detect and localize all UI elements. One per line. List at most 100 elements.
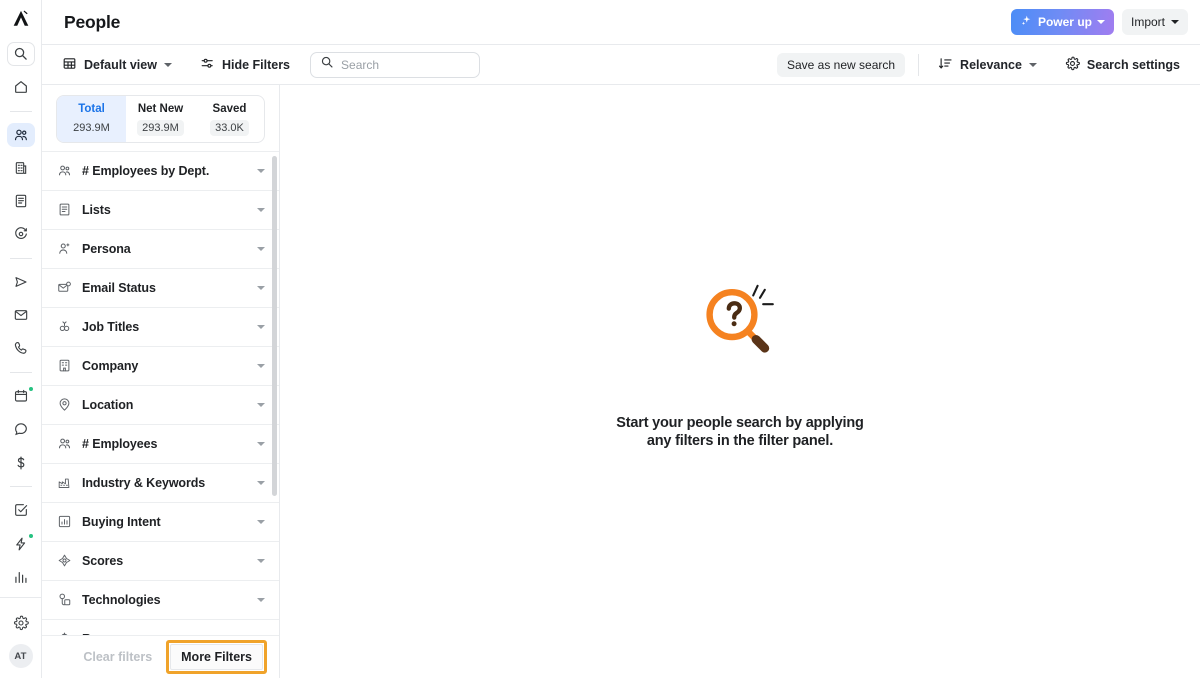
list-icon: [56, 202, 72, 218]
people-group-icon: [56, 436, 72, 452]
rail-emails-icon[interactable]: [7, 304, 35, 327]
rail-settings-icon[interactable]: [7, 611, 35, 634]
chevron-down-icon[interactable]: [257, 519, 265, 524]
filter-label: Buying Intent: [82, 514, 161, 529]
sort-descending-icon: [938, 56, 953, 74]
rail-analytics-icon[interactable]: [7, 565, 35, 588]
filter-label: # Employees by Dept.: [82, 163, 210, 178]
filter-item-lists[interactable]: Lists: [42, 191, 279, 230]
filter-item-revenue[interactable]: Revenue: [42, 620, 279, 635]
stat-tab-net-new[interactable]: Net New 293.9M: [126, 96, 195, 142]
chevron-down-icon: [163, 62, 172, 67]
clear-filters-button[interactable]: Clear filters: [75, 645, 160, 669]
rail-sequences-icon[interactable]: [7, 271, 35, 294]
filter-item-location[interactable]: Location: [42, 386, 279, 425]
rail-lists-icon[interactable]: [7, 190, 35, 213]
rail-divider: [9, 371, 32, 373]
chevron-down-icon[interactable]: [257, 480, 265, 485]
stat-value: 293.9M: [73, 122, 110, 134]
chevron-down-icon[interactable]: [257, 324, 265, 329]
toolbar-divider: [918, 53, 920, 76]
empty-state: Start your people search by applying any…: [605, 273, 875, 450]
stat-label: Saved: [212, 103, 247, 115]
chevron-down-icon[interactable]: [257, 207, 265, 212]
revenue-icon: [56, 631, 72, 635]
import-button[interactable]: Import: [1121, 9, 1188, 35]
bar-chart-icon: [56, 514, 72, 530]
table-grid-icon: [62, 56, 77, 74]
gear-icon: [1065, 56, 1080, 74]
chevron-down-icon[interactable]: [257, 285, 265, 290]
stat-tab-total[interactable]: Total 293.9M: [57, 96, 126, 142]
user-avatar[interactable]: AT: [7, 644, 35, 669]
filter-item-scores[interactable]: Scores: [42, 542, 279, 581]
chevron-down-icon: [1028, 62, 1037, 67]
job-title-icon: [56, 319, 72, 335]
more-filters-button[interactable]: More Filters: [170, 644, 263, 670]
location-pin-icon: [56, 397, 72, 413]
chevron-down-icon[interactable]: [257, 363, 265, 368]
notification-dot: [27, 532, 34, 539]
technologies-icon: [56, 592, 72, 608]
filter-label: # Employees: [82, 436, 158, 451]
relevance-label: Relevance: [960, 57, 1022, 72]
chevron-down-icon[interactable]: [257, 246, 265, 251]
filter-item-technologies[interactable]: Technologies: [42, 581, 279, 620]
filter-list: # Employees by Dept. Lists Persona Email…: [42, 150, 279, 635]
filter-label: Company: [82, 358, 139, 373]
relevance-sort-button[interactable]: Relevance: [932, 52, 1043, 78]
filter-label: Job Titles: [82, 319, 140, 334]
import-label: Import: [1130, 15, 1165, 29]
chevron-down-icon: [1171, 20, 1179, 24]
rail-enrich-icon[interactable]: [7, 223, 35, 246]
rail-tasks-icon[interactable]: [7, 499, 35, 522]
filter-item-industry-keywords[interactable]: Industry & Keywords: [42, 464, 279, 503]
filter-panel-scrollbar[interactable]: [272, 155, 277, 496]
avatar-initials: AT: [8, 644, 33, 669]
rail-meetings-icon[interactable]: [7, 385, 35, 408]
hide-filters-label: Hide Filters: [221, 57, 291, 72]
filter-label: Industry & Keywords: [82, 475, 206, 490]
chevron-down-icon[interactable]: [257, 558, 265, 563]
body: Total 293.9M Net New 293.9M Saved 33.0K: [42, 85, 1200, 678]
rail-home-icon[interactable]: [7, 76, 35, 99]
filter-label: Lists: [82, 202, 111, 217]
rail-workflows-icon[interactable]: [7, 532, 35, 555]
hide-filters-button[interactable]: Hide Filters: [194, 52, 296, 78]
rail-conversations-icon[interactable]: [7, 418, 35, 441]
rail-deals-icon[interactable]: [7, 451, 35, 474]
rail-divider: [9, 257, 32, 259]
save-as-new-search-button[interactable]: Save as new search: [776, 52, 906, 77]
industry-icon: [56, 475, 72, 491]
filter-item-company[interactable]: Company: [42, 347, 279, 386]
filter-sliders-icon: [200, 56, 215, 74]
power-up-button[interactable]: Power up: [1010, 9, 1114, 35]
chevron-down-icon[interactable]: [257, 402, 265, 407]
chevron-down-icon[interactable]: [257, 168, 265, 173]
filter-item-employees-by-dept[interactable]: # Employees by Dept.: [42, 152, 279, 191]
stat-tab-saved[interactable]: Saved 33.0K: [195, 96, 264, 142]
apollo-logo[interactable]: [0, 0, 42, 37]
power-up-label: Power up: [1037, 15, 1092, 29]
search-settings-label: Search settings: [1086, 57, 1180, 72]
rail-people-icon[interactable]: [6, 123, 35, 147]
rail-divider: [0, 597, 42, 598]
chevron-down-icon[interactable]: [257, 597, 265, 602]
search-toolbar: Default view Hide Filters Save as new se…: [42, 45, 1200, 85]
rail-companies-icon[interactable]: [7, 157, 35, 180]
filter-item-email-status[interactable]: Email Status: [42, 269, 279, 308]
company-icon: [56, 358, 72, 374]
filter-item-buying-intent[interactable]: Buying Intent: [42, 503, 279, 542]
default-view-label: Default view: [84, 57, 157, 72]
rail-search-icon[interactable]: [6, 42, 35, 66]
default-view-button[interactable]: Default view: [56, 52, 178, 78]
rail-calls-icon[interactable]: [7, 337, 35, 360]
filter-item-job-titles[interactable]: Job Titles: [42, 308, 279, 347]
search-field[interactable]: [310, 51, 481, 78]
rail-divider: [9, 110, 32, 112]
search-settings-button[interactable]: Search settings: [1059, 52, 1186, 78]
filter-item-persona[interactable]: Persona: [42, 230, 279, 269]
search-input[interactable]: [341, 57, 471, 72]
filter-item-num-employees[interactable]: # Employees: [42, 425, 279, 464]
chevron-down-icon[interactable]: [257, 441, 265, 446]
